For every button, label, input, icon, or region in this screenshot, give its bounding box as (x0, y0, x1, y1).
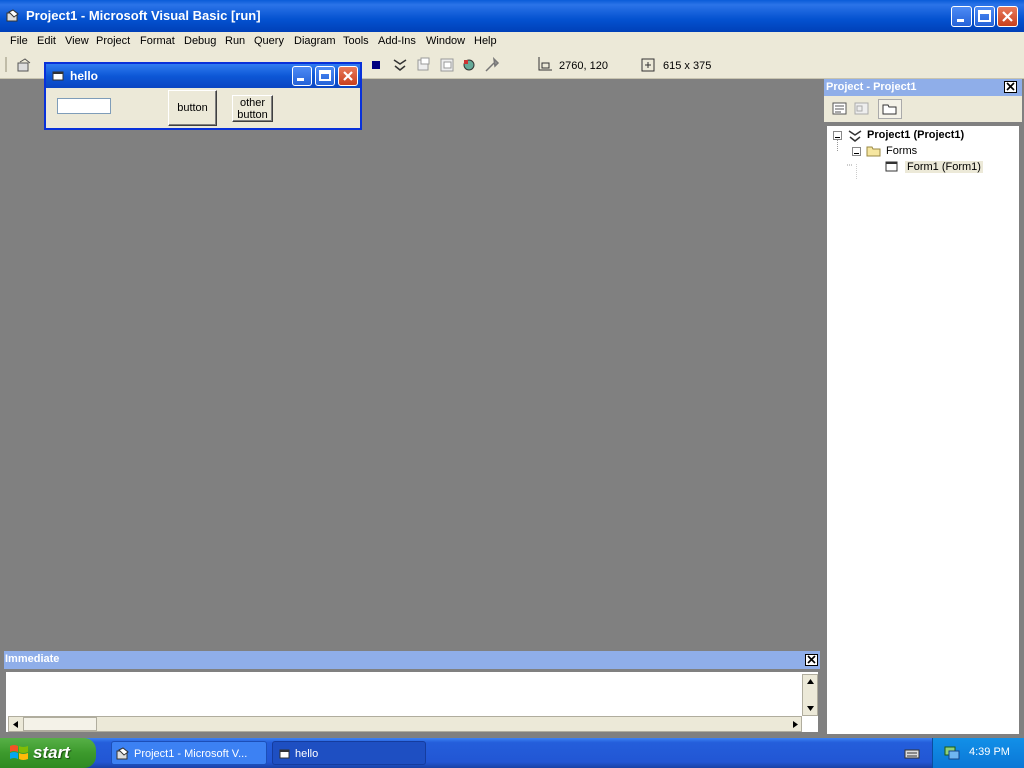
view-code-icon[interactable] (832, 102, 848, 116)
tree-forms-folder[interactable]: Forms (886, 145, 917, 157)
hello-minimize-button[interactable] (292, 66, 312, 86)
taskbar-item-hello[interactable]: hello (272, 741, 426, 765)
menu-bar: File Edit View Project Format Debug Run … (0, 32, 1024, 52)
windows-logo-icon (10, 745, 28, 760)
hello-title: hello (70, 69, 99, 83)
network-icon[interactable] (943, 745, 961, 761)
project-explorer-toolbar (824, 96, 1022, 122)
menu-diagram[interactable]: Diagram (294, 35, 336, 47)
scroll-down-icon[interactable] (807, 706, 814, 711)
size-icon (641, 58, 655, 72)
project-explorer-icon[interactable] (392, 57, 408, 73)
taskbar-item-visual-basic[interactable]: Project1 - Microsoft V... (111, 741, 267, 765)
project-explorer-close-button[interactable] (1004, 81, 1017, 93)
start-label: start (33, 743, 70, 762)
tree-project-root[interactable]: Project1 (Project1) (867, 129, 964, 141)
text-input[interactable] (57, 98, 111, 114)
other-button[interactable]: other button (232, 95, 273, 122)
object-browser-icon[interactable] (461, 57, 477, 73)
menu-project[interactable]: Project (96, 35, 130, 47)
menu-debug[interactable]: Debug (184, 35, 216, 47)
minimize-icon (957, 19, 964, 22)
end-icon[interactable] (368, 57, 384, 73)
hello-form-window[interactable]: hello button other button (44, 62, 362, 130)
close-icon (343, 71, 353, 81)
folder-icon (882, 104, 897, 115)
start-button[interactable]: start (0, 738, 96, 768)
maximize-button[interactable] (974, 6, 995, 27)
visual-basic-app-icon[interactable] (6, 9, 20, 23)
form-layout-icon[interactable] (439, 57, 455, 73)
view-object-icon[interactable] (854, 102, 870, 116)
horizontal-scroll-thumb[interactable] (23, 717, 97, 731)
forms-folder-icon (866, 146, 881, 157)
hello-maximize-button[interactable] (315, 66, 335, 86)
minimize-button[interactable] (951, 6, 972, 27)
menu-run[interactable]: Run (225, 35, 245, 47)
form-icon (885, 161, 898, 172)
size-readout: 615 x 375 (663, 60, 712, 72)
immediate-vertical-scrollbar[interactable] (802, 674, 818, 716)
collapse-project-toggle[interactable] (833, 131, 842, 140)
menu-window[interactable]: Window (426, 35, 465, 47)
position-readout: 2760, 120 (559, 60, 608, 72)
project-explorer-title-bar[interactable]: Project - Project1 (824, 79, 1022, 96)
menu-help[interactable]: Help (474, 35, 497, 47)
properties-window-icon[interactable] (416, 57, 432, 73)
menu-query[interactable]: Query (254, 35, 284, 47)
menu-tools[interactable]: Tools (343, 35, 369, 47)
hello-title-bar[interactable]: hello (46, 64, 360, 88)
form-window-icon (279, 749, 290, 759)
form-window-icon (52, 71, 64, 81)
toggle-folders-button[interactable] (878, 99, 902, 119)
minimize-icon (297, 78, 304, 81)
immediate-horizontal-scrollbar[interactable] (8, 716, 802, 732)
button[interactable]: button (168, 90, 217, 126)
maximize-icon (319, 70, 331, 81)
menu-edit[interactable]: Edit (37, 35, 56, 47)
close-icon (807, 655, 816, 664)
clock[interactable]: 4:39 PM (969, 746, 1010, 758)
menu-add-ins[interactable]: Add-Ins (378, 35, 416, 47)
main-title-bar[interactable]: Project1 - Microsoft Visual Basic [run] (0, 0, 1024, 32)
tree-lines (837, 140, 857, 180)
keyboard-language-icon[interactable] (904, 746, 920, 760)
project-explorer-title: Project - Project1 (826, 81, 917, 93)
project-tree[interactable]: Project1 (Project1) Forms Form1 (Form1) (826, 125, 1020, 735)
add-project-icon[interactable] (16, 57, 32, 73)
close-icon (1002, 11, 1013, 22)
system-tray: 4:39 PM (932, 738, 1024, 768)
scroll-right-icon[interactable] (793, 721, 798, 728)
immediate-title: Immediate (5, 653, 60, 665)
scroll-left-icon[interactable] (13, 721, 18, 728)
taskbar-item-label: Project1 - Microsoft V... (134, 748, 248, 760)
immediate-text-area[interactable] (5, 671, 819, 733)
toolbox-icon[interactable] (484, 57, 500, 73)
scroll-up-icon[interactable] (807, 679, 814, 684)
other-button-label-line1: other (239, 96, 266, 109)
immediate-close-button[interactable] (805, 654, 818, 666)
position-icon (538, 57, 552, 71)
menu-format[interactable]: Format (140, 35, 175, 47)
other-button-label-line2: button (237, 108, 268, 121)
menu-file[interactable]: File (10, 35, 28, 47)
immediate-title-bar[interactable]: Immediate (4, 651, 820, 669)
mdi-workspace[interactable] (4, 80, 818, 645)
taskbar-item-label: hello (295, 748, 319, 760)
minus-icon (854, 153, 859, 154)
taskbar: start Project1 - Microsoft V... hello 4:… (0, 738, 1024, 768)
maximize-icon (978, 10, 991, 22)
close-icon (1006, 82, 1015, 91)
hello-close-button[interactable] (338, 66, 358, 86)
close-button[interactable] (997, 6, 1018, 27)
menu-view[interactable]: View (65, 35, 89, 47)
visual-basic-app-icon (116, 747, 129, 760)
window-title: Project1 - Microsoft Visual Basic [run] (26, 8, 261, 23)
collapse-forms-toggle[interactable] (852, 147, 861, 156)
tree-form1[interactable]: Form1 (Form1) (905, 161, 983, 173)
